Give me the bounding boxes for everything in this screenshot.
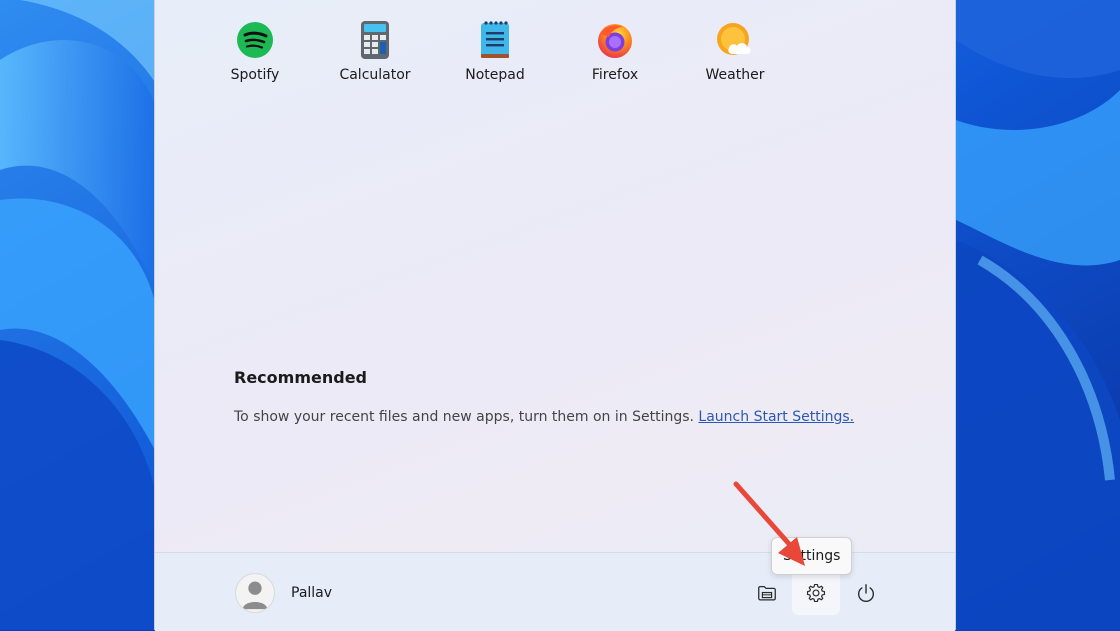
app-label: Weather bbox=[705, 67, 765, 83]
power-icon bbox=[858, 584, 874, 602]
user-avatar-icon bbox=[242, 581, 268, 610]
app-label: Firefox bbox=[591, 67, 639, 83]
firefox-icon bbox=[595, 20, 635, 60]
pinned-app-firefox[interactable]: Firefox bbox=[555, 20, 675, 83]
launch-start-settings-link[interactable]: Launch Start Settings. bbox=[698, 409, 854, 425]
settings-button[interactable] bbox=[792, 571, 840, 615]
recommended-message-text: To show your recent files and new apps, … bbox=[234, 409, 694, 425]
settings-tooltip: Settings bbox=[771, 537, 853, 575]
pinned-apps-grid: Spotify Calculator Notepad Firefox Weath… bbox=[195, 20, 795, 83]
weather-icon bbox=[715, 20, 755, 60]
pinned-app-weather[interactable]: Weather bbox=[675, 20, 795, 83]
start-menu-panel: Spotify Calculator Notepad Firefox Weath… bbox=[154, 0, 956, 631]
file-explorer-icon bbox=[758, 585, 776, 601]
pinned-app-notepad[interactable]: Notepad bbox=[435, 20, 555, 83]
file-explorer-button[interactable] bbox=[743, 571, 791, 615]
settings-gear-icon bbox=[806, 583, 826, 603]
recommended-message: To show your recent files and new apps, … bbox=[234, 409, 854, 425]
pinned-app-spotify[interactable]: Spotify bbox=[195, 20, 315, 83]
calculator-icon bbox=[355, 20, 395, 60]
user-name: Pallav bbox=[291, 585, 333, 601]
notepad-icon bbox=[475, 20, 515, 60]
app-label: Notepad bbox=[465, 67, 525, 83]
recommended-heading: Recommended bbox=[234, 368, 367, 387]
app-label: Calculator bbox=[339, 67, 411, 83]
user-account-button[interactable]: Pallav bbox=[235, 573, 332, 613]
app-label: Spotify bbox=[230, 67, 280, 83]
power-button[interactable] bbox=[842, 571, 890, 615]
avatar bbox=[235, 573, 275, 613]
spotify-icon bbox=[235, 20, 275, 60]
pinned-app-calculator[interactable]: Calculator bbox=[315, 20, 435, 83]
